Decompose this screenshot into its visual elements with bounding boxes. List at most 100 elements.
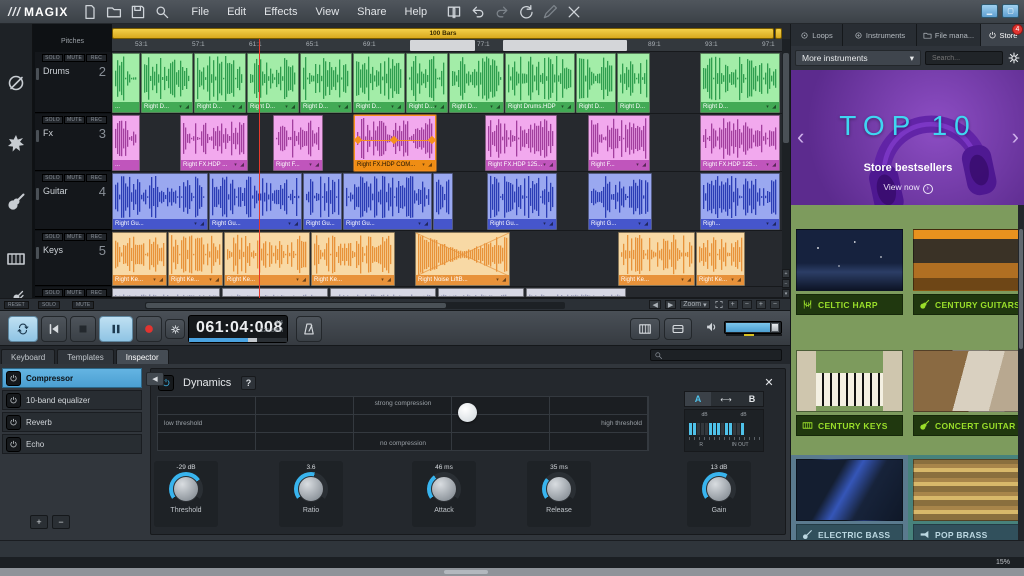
track-mute-button[interactable]: MUTE: [64, 54, 85, 62]
clip-menu-icon[interactable]: ▾ ◢: [543, 162, 554, 168]
track-solo-button[interactable]: SOLO: [42, 116, 63, 124]
scroll-left-button[interactable]: ◀: [649, 300, 660, 309]
knob-release[interactable]: 35 msRelease: [527, 461, 591, 527]
new-file-icon[interactable]: [81, 4, 99, 20]
audio-clip[interactable]: Right D...▾ ◢: [300, 53, 352, 113]
store-item-thumbnail[interactable]: [913, 229, 1020, 291]
banner-prev-icon[interactable]: ‹: [797, 124, 804, 150]
ab-b-button[interactable]: B: [741, 392, 763, 406]
clip-menu-icon[interactable]: ▾ ◢: [153, 277, 164, 283]
audio-clip[interactable]: Right Ke...▾ ◢: [168, 232, 223, 286]
dock-arrow-button[interactable]: ◀: [146, 372, 164, 386]
track-pitch-slider[interactable]: [36, 130, 39, 142]
compression-pad[interactable]: strong compression no compression low th…: [157, 396, 649, 451]
vertical-scrollbar-thumb[interactable]: [783, 53, 789, 143]
store-tab-store[interactable]: Store4: [981, 24, 1024, 46]
time-display[interactable]: 061:04:008 4/4 125 BPM: [188, 315, 288, 343]
audio-clip[interactable]: Right D...▾ ◢: [700, 53, 780, 113]
audio-clip[interactable]: Right Drums.HDP▾ ◢: [505, 53, 575, 113]
store-scrollbar[interactable]: [1018, 205, 1024, 540]
zoom-out-vertical-button[interactable]: −: [770, 300, 780, 309]
knob-cap[interactable]: [298, 476, 324, 502]
clip-menu-icon[interactable]: ▾ ◢: [194, 221, 205, 227]
audio-clip[interactable]: Right G...▾ ◢: [588, 173, 652, 230]
store-item-thumbnail[interactable]: [796, 459, 903, 521]
track-rec-button[interactable]: REC: [86, 233, 107, 241]
track-mute-button[interactable]: MUTE: [64, 116, 85, 124]
record-settings-button[interactable]: [165, 319, 185, 339]
store-item-thumbnail[interactable]: [796, 229, 903, 291]
speaker-icon[interactable]: [704, 320, 720, 334]
knob-ring[interactable]: [702, 472, 736, 506]
panel-search-input[interactable]: [663, 351, 778, 360]
close-panel-button[interactable]: ✕: [762, 375, 776, 389]
playhead[interactable]: [259, 39, 260, 298]
clip-menu-icon[interactable]: ▾ ◢: [731, 277, 742, 283]
clip-menu-icon[interactable]: ▾ ◢: [418, 221, 429, 227]
audio-clip[interactable]: [433, 173, 453, 230]
knob-ring[interactable]: [294, 472, 328, 506]
add-effect-button[interactable]: +: [30, 515, 48, 529]
panel-search[interactable]: [650, 349, 782, 361]
track-header-keys[interactable]: SOLOMUTERECKeys5: [35, 231, 111, 286]
store-item-concert-guitar[interactable]: CONCERT GUITAR: [908, 330, 1024, 455]
track-header-guitar[interactable]: SOLOMUTERECGuitar4: [35, 172, 111, 230]
audio-clip[interactable]: Right Gu...: [303, 173, 342, 230]
volume-slider[interactable]: [724, 321, 782, 334]
audio-clip[interactable]: Right Ke...▾ ◢: [311, 232, 395, 286]
menu-view[interactable]: View: [307, 6, 349, 18]
clip-menu-icon[interactable]: ▾ ◢: [681, 277, 692, 283]
track-pitch-slider[interactable]: [36, 188, 39, 200]
maximize-button[interactable]: ▢: [1002, 4, 1019, 18]
clip-menu-icon[interactable]: ▾ ◢: [561, 104, 572, 110]
zoom-dropdown[interactable]: Zoom ▾: [680, 300, 709, 309]
volume-slider-handle[interactable]: [771, 323, 779, 332]
track-pitch-slider[interactable]: [36, 247, 39, 259]
menu-help[interactable]: Help: [396, 6, 437, 18]
audio-clip[interactable]: Right D...▾ ◢: [406, 53, 448, 113]
store-settings-gear-icon[interactable]: [1007, 51, 1021, 65]
menu-share[interactable]: Share: [348, 6, 395, 18]
effect-power-button[interactable]: [6, 393, 21, 408]
audio-clip[interactable]: ...: [112, 53, 140, 113]
vertical-scrollbar[interactable]: + − ▾: [782, 39, 790, 298]
effect-item-10-band-equalizer[interactable]: 10-band equalizer: [2, 390, 142, 410]
track-solo-button[interactable]: SOLO: [42, 54, 63, 62]
timeline-ruler[interactable]: 53:157:161:165:169:173:177:181:185:189:1…: [112, 39, 782, 52]
pause-button[interactable]: [99, 316, 133, 342]
track-rec-button[interactable]: REC: [86, 54, 107, 62]
audio-clip[interactable]: [112, 288, 220, 297]
close-project-icon[interactable]: [565, 4, 583, 20]
track-mute-button[interactable]: MUTE: [64, 289, 85, 297]
ab-a-button[interactable]: A: [685, 392, 711, 406]
ruler-selection-block[interactable]: [503, 40, 627, 51]
audio-clip[interactable]: Right Gu...▾ ◢: [343, 173, 432, 230]
compression-handle[interactable]: [458, 403, 477, 422]
audio-clip[interactable]: Right D...▾ ◢: [449, 53, 504, 113]
footer-reset-button[interactable]: RESET: [4, 301, 29, 309]
track-rec-button[interactable]: REC: [86, 289, 107, 297]
track-solo-button[interactable]: SOLO: [42, 233, 63, 241]
clip-menu-icon[interactable]: ▾ ◢: [543, 221, 554, 227]
clip-menu-icon[interactable]: ▾ ◢: [391, 104, 402, 110]
audio-clip[interactable]: Right Ke...▾ ◢: [224, 232, 310, 286]
audio-clip[interactable]: [222, 288, 328, 297]
audio-clip[interactable]: Right Ke...▾ ◢: [696, 232, 745, 286]
menu-file[interactable]: File: [182, 6, 218, 18]
keyboard-view-button[interactable]: [630, 318, 660, 340]
zoom-fit-icon[interactable]: [714, 300, 724, 309]
track-header-orchestral[interactable]: SOLOMUTERECOrchestral6: [35, 287, 111, 297]
track-solo-button[interactable]: SOLO: [42, 289, 63, 297]
zoom-in-vertical-button[interactable]: +: [756, 300, 766, 309]
track-header-drums[interactable]: SOLOMUTERECDrums2: [35, 52, 111, 113]
audio-clip[interactable]: ...: [112, 115, 140, 171]
footer-solo-button[interactable]: SOLO: [38, 301, 60, 309]
store-item-thumbnail[interactable]: [913, 459, 1020, 521]
store-scrollbar-thumb[interactable]: [1019, 229, 1023, 349]
clip-menu-icon[interactable]: ▾ ◢: [309, 162, 320, 168]
track-pitch-slider[interactable]: [36, 68, 39, 80]
audio-clip[interactable]: Right D...▾ ◢: [247, 53, 299, 113]
store-search-input[interactable]: [930, 54, 998, 63]
search-icon[interactable]: [153, 4, 171, 20]
more-instruments-dropdown[interactable]: More instruments▾: [795, 50, 921, 66]
